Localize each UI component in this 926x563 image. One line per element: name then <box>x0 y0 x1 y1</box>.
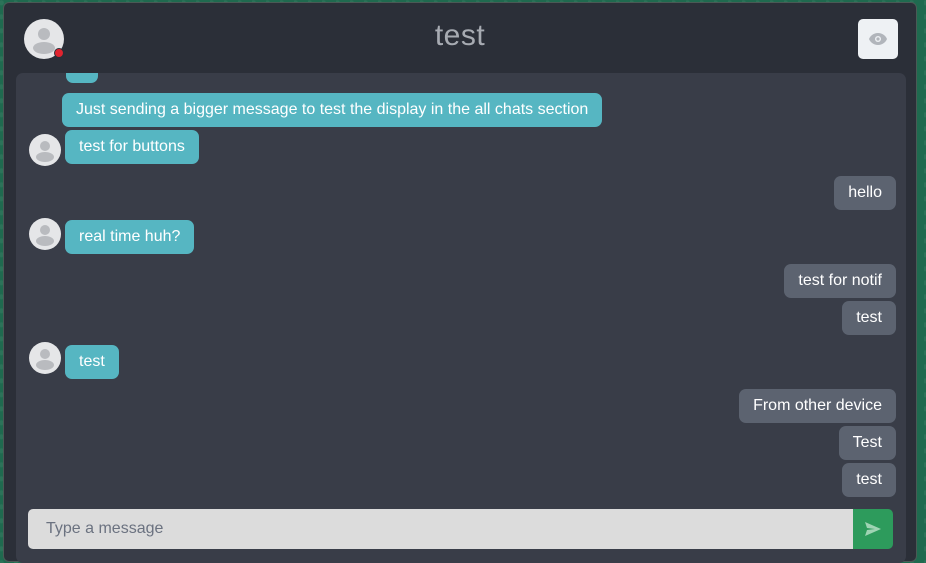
sender-avatar <box>29 218 61 250</box>
message-bubble-incoming: test <box>65 345 119 379</box>
message-bubble-outgoing: hello <box>834 176 896 210</box>
message-bubble-incoming: test for buttons <box>65 130 199 164</box>
message-input[interactable] <box>28 509 853 549</box>
message-bubble-incoming: Just sending a bigger message to test th… <box>62 93 603 127</box>
chat-header: test <box>4 3 916 73</box>
user-icon <box>36 141 54 162</box>
message-bubble-outgoing: From other device <box>739 389 896 423</box>
message-bubble-clipped <box>66 73 98 83</box>
chat-window: test Just sending a bigger message to te… <box>3 2 917 563</box>
message-list[interactable]: Just sending a bigger message to test th… <box>16 73 906 563</box>
toggle-visibility-button[interactable] <box>858 19 898 59</box>
send-icon <box>865 522 881 536</box>
sender-avatar <box>29 342 61 374</box>
message-composer <box>28 509 894 549</box>
eye-icon <box>869 33 887 45</box>
message-bubble-outgoing: Test <box>838 426 896 460</box>
user-icon <box>36 225 54 246</box>
message-bubble-outgoing: test <box>842 301 896 335</box>
send-button[interactable] <box>853 509 893 549</box>
chat-title: test <box>434 19 486 52</box>
message-bubble-incoming: real time huh? <box>65 220 195 254</box>
user-icon <box>36 349 54 370</box>
message-bubble-outgoing: test for notif <box>784 264 896 298</box>
sender-avatar <box>29 134 61 166</box>
message-bubble-outgoing: test <box>842 463 896 497</box>
